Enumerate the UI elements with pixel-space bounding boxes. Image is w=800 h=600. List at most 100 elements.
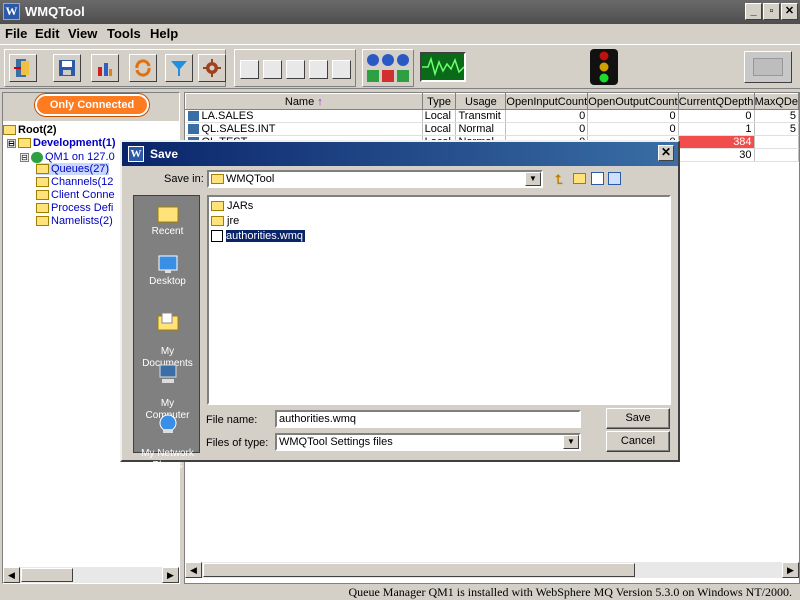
app-icon: W <box>3 3 20 20</box>
menu-file[interactable]: File <box>5 26 27 41</box>
scroll-right-icon[interactable]: ▶ <box>782 562 799 578</box>
file-name-label: File name: <box>206 414 258 426</box>
folder-icon <box>211 174 224 185</box>
queue-manager-icon <box>31 151 43 163</box>
place-network[interactable]: My Network Places <box>134 402 201 472</box>
place-desktop[interactable]: Desktop <box>134 254 201 287</box>
collapse-icon[interactable]: ⊟ <box>20 152 29 162</box>
file-item-jars[interactable]: JARs <box>211 200 253 214</box>
folder-icon <box>18 138 31 149</box>
sort-ascending-icon[interactable]: ↑ <box>317 96 323 108</box>
tree-root[interactable]: Root(2) <box>3 124 57 136</box>
menu-help[interactable]: Help <box>150 26 178 41</box>
column-header-name[interactable]: Name ↑ <box>185 93 423 110</box>
connect-icon[interactable] <box>744 51 792 83</box>
folder-icon <box>36 203 49 214</box>
recent-icon <box>157 204 179 224</box>
documents-icon <box>157 312 179 332</box>
up-folder-icon[interactable]: ⮤ <box>555 172 569 187</box>
view-tool-group <box>234 49 356 87</box>
title-bar: W WMQTool _ ▫ ✕ <box>0 0 800 24</box>
report-icon[interactable] <box>309 60 328 79</box>
save-icon[interactable] <box>53 54 81 82</box>
list-view-icon[interactable] <box>240 60 259 79</box>
tree-client-connections[interactable]: Client Conne <box>36 189 115 201</box>
monitor-icon[interactable] <box>420 52 466 82</box>
tree-process-definitions[interactable]: Process Defi <box>36 202 113 214</box>
scroll-left-icon[interactable]: ◀ <box>3 567 20 583</box>
save-dialog: W Save ✕ Save in: WMQTool ▼ ⮤ Recent Des… <box>120 140 680 471</box>
tree-queues-label: Queues(27) <box>51 163 110 175</box>
dialog-title-bar: W Save ✕ <box>122 142 678 166</box>
dialog-close-button[interactable]: ✕ <box>658 145 674 161</box>
tree-horizontal-scrollbar[interactable]: ◀ ▶ <box>3 566 179 583</box>
chevron-down-icon[interactable]: ▼ <box>563 435 579 449</box>
table-row[interactable]: LA.SALES Local Transmit 00 05 <box>185 109 800 123</box>
tree-development-label: Development(1) <box>33 137 116 149</box>
folder-icon <box>3 125 16 136</box>
details-view-icon[interactable] <box>608 172 621 185</box>
cancel-button[interactable]: Cancel <box>606 431 670 452</box>
column-header-current-depth[interactable]: CurrentQDepth <box>677 93 755 110</box>
tree-root-label: Root(2) <box>18 124 57 136</box>
tree-namelists[interactable]: Namelists(2) <box>36 215 113 227</box>
tree-queues[interactable]: Queues(27) <box>36 163 110 175</box>
restore-button[interactable]: ▫ <box>763 3 780 20</box>
save-in-label: Save in: <box>164 173 204 185</box>
save-button[interactable]: Save <box>606 408 670 429</box>
file-item-authorities[interactable]: authorities.wmq <box>211 230 306 244</box>
chevron-down-icon[interactable]: ▼ <box>525 172 541 186</box>
queue-status-lights-icon[interactable] <box>363 50 413 86</box>
file-name-field[interactable]: authorities.wmq <box>275 410 581 428</box>
settings-icon[interactable] <box>198 54 226 82</box>
file-type-label: Files of type: <box>206 437 269 449</box>
file-list[interactable]: JARs jre authorities.wmq <box>207 195 671 405</box>
scroll-thumb[interactable] <box>21 568 73 582</box>
dialog-app-icon: W <box>128 146 144 162</box>
detail-view-icon[interactable] <box>263 60 282 79</box>
menu-view[interactable]: View <box>68 26 97 41</box>
close-button[interactable]: ✕ <box>781 3 798 20</box>
tree-panel-header: Only Connected <box>3 93 179 121</box>
file-type-value: WMQTool Settings files <box>279 436 393 448</box>
list-view-icon[interactable] <box>591 172 604 185</box>
window-title: WMQTool <box>25 4 85 19</box>
file-item-jre[interactable]: jre <box>211 215 239 229</box>
tree-channels[interactable]: Channels(12 <box>36 176 113 188</box>
table-horizontal-scrollbar[interactable]: ◀ ▶ <box>185 561 799 578</box>
table-row[interactable]: QL.SALES.INT Local Normal 00 15 <box>185 122 800 136</box>
minimize-button[interactable]: _ <box>745 3 762 20</box>
menu-tools[interactable]: Tools <box>107 26 141 41</box>
status-bar: Queue Manager QM1 is installed with WebS… <box>348 585 792 599</box>
sort-view-icon[interactable] <box>286 60 305 79</box>
chart-icon[interactable] <box>91 54 119 82</box>
scroll-thumb[interactable] <box>203 563 635 577</box>
tree-development[interactable]: ⊟ Development(1) <box>7 137 116 149</box>
dialog-nav-icons: ⮤ <box>555 171 625 187</box>
toolbar <box>0 44 800 89</box>
column-header-open-output[interactable]: OpenOutputCount <box>587 93 679 110</box>
save-in-dropdown[interactable]: WMQTool ▼ <box>207 170 543 188</box>
tree-qm1[interactable]: ⊟ QM1 on 127.0 <box>20 151 115 163</box>
place-recent[interactable]: Recent <box>134 204 201 237</box>
new-folder-icon[interactable] <box>573 173 586 184</box>
column-header-type[interactable]: Type <box>421 93 457 110</box>
filter-icon[interactable] <box>165 54 193 82</box>
status-lights-group <box>362 49 414 87</box>
column-header-usage[interactable]: Usage <box>455 93 507 110</box>
menu-bar: File Edit View Tools Help <box>0 24 800 44</box>
properties-icon[interactable] <box>332 60 351 79</box>
tree-namelists-label: Namelists(2) <box>51 215 113 227</box>
only-connected-button[interactable]: Only Connected <box>35 94 149 116</box>
refresh-icon[interactable] <box>129 54 157 82</box>
menu-edit[interactable]: Edit <box>35 26 60 41</box>
column-header-open-input[interactable]: OpenInputCount <box>505 93 589 110</box>
column-header-max-depth[interactable]: MaxQDe <box>753 93 800 110</box>
folder-icon <box>36 190 49 201</box>
scroll-left-icon[interactable]: ◀ <box>185 562 202 578</box>
exit-icon[interactable] <box>9 54 37 82</box>
collapse-icon[interactable]: ⊟ <box>7 138 16 148</box>
computer-icon <box>157 364 179 384</box>
file-type-dropdown[interactable]: WMQTool Settings files ▼ <box>275 433 581 451</box>
scroll-right-icon[interactable]: ▶ <box>162 567 179 583</box>
